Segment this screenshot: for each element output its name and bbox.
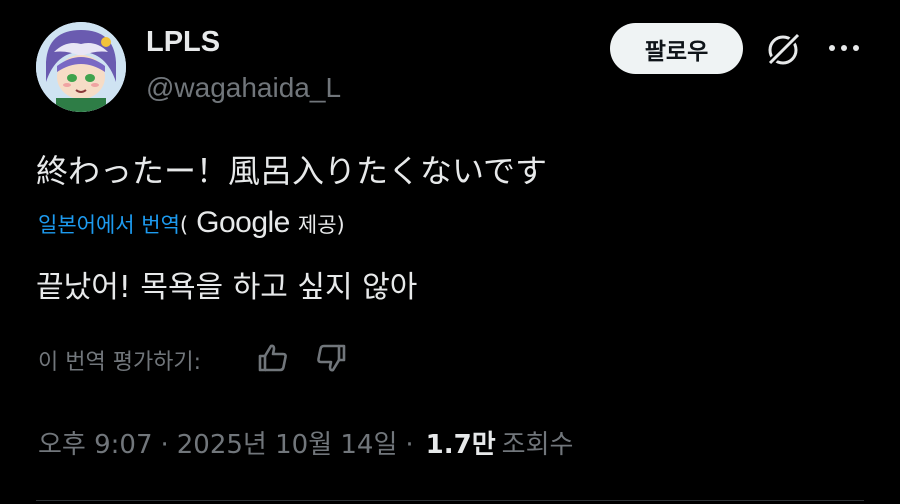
translation-attribution: 일본어에서 번역 ( Google 제공) (38, 206, 345, 240)
translate-link[interactable]: 일본어에서 번역 (38, 209, 180, 239)
views-label: 조회수 (501, 430, 574, 460)
rate-translation-label: 이 번역 평가하기: (38, 350, 202, 375)
grok-icon[interactable] (764, 29, 804, 69)
paren-open: ( (179, 213, 189, 237)
avatar-image (36, 22, 126, 112)
divider (36, 500, 864, 501)
follow-button[interactable]: 팔로우 (610, 23, 743, 74)
separator: · (160, 430, 169, 460)
tweet-date[interactable]: 2025년 10월 14일 (177, 424, 398, 461)
provider-suffix: 제공) (297, 213, 345, 237)
user-handle[interactable]: @wagahaida_L (146, 72, 341, 104)
avatar[interactable] (36, 22, 126, 112)
more-icon[interactable] (826, 33, 862, 63)
display-name[interactable]: LPLS (146, 26, 220, 59)
thumbs-up-icon[interactable] (256, 341, 290, 375)
translated-text: 끝났어! 목욕을 하고 싶지 않아 (36, 270, 418, 305)
tweet-text: 終わったー！風呂入りたくないです (36, 152, 548, 190)
google-logo: Google (196, 206, 290, 239)
views-count[interactable]: 1.7만 (426, 424, 496, 461)
thumbs-down-icon[interactable] (314, 341, 348, 375)
tweet-meta: 오후 9:07 · 2025년 10월 14일 · 1.7만 조회수 (38, 424, 573, 461)
separator: · (405, 430, 414, 460)
tweet-time[interactable]: 오후 9:07 (38, 424, 153, 461)
